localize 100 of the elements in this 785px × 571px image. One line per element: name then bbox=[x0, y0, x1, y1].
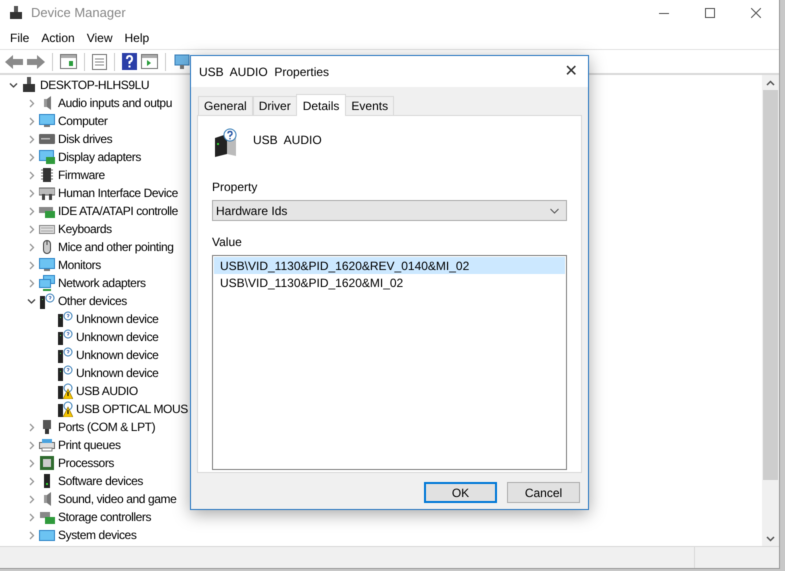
back-arrow-icon[interactable] bbox=[5, 54, 23, 68]
tree-item[interactable]: Sound, video and game bbox=[58, 490, 176, 508]
scrollbar-thumb[interactable] bbox=[763, 90, 778, 480]
dropdown-caret-icon bbox=[550, 208, 559, 214]
property-dropdown[interactable]: Hardware Ids bbox=[212, 200, 567, 221]
menu-item[interactable]: Help bbox=[120, 28, 154, 46]
cancel-button[interactable]: Cancel bbox=[507, 482, 580, 503]
tree-item[interactable]: Software devices bbox=[58, 472, 143, 490]
tree-item[interactable]: Print queues bbox=[58, 436, 121, 454]
tab[interactable]: Driver bbox=[252, 96, 297, 115]
window-title: Device Manager bbox=[31, 4, 126, 22]
expand-chevron-icon[interactable] bbox=[26, 278, 36, 288]
chip-icon bbox=[39, 167, 55, 183]
expand-chevron-icon[interactable] bbox=[26, 188, 36, 198]
close-icon bbox=[751, 8, 761, 18]
tree-item[interactable]: Disk drives bbox=[58, 130, 112, 148]
processor-icon bbox=[39, 455, 55, 471]
tree-item[interactable]: Computer bbox=[58, 112, 108, 130]
tree-item[interactable]: IDE ATA/ATAPI controlle bbox=[58, 202, 178, 220]
tree-item[interactable]: Human Interface Device bbox=[58, 184, 178, 202]
expand-chevron-icon[interactable] bbox=[26, 260, 36, 270]
warning-device-icon bbox=[57, 401, 73, 417]
hid-icon bbox=[39, 185, 55, 201]
properties-icon[interactable] bbox=[92, 54, 107, 70]
expand-chevron-icon[interactable] bbox=[26, 512, 36, 522]
printer-icon bbox=[39, 437, 55, 453]
menu-item[interactable]: File bbox=[5, 28, 34, 46]
tree-item[interactable]: Ports (COM & LPT) bbox=[58, 418, 156, 436]
menu-item[interactable]: View bbox=[82, 28, 118, 46]
tree-item[interactable]: Display adapters bbox=[58, 148, 141, 166]
scroll-up-icon[interactable] bbox=[766, 80, 775, 86]
tree-item[interactable]: Unknown device bbox=[76, 310, 158, 328]
property-label: Property bbox=[212, 179, 258, 196]
unknown-device-icon bbox=[212, 128, 238, 158]
tree-item[interactable]: Other devices bbox=[58, 292, 127, 310]
tab[interactable]: Details bbox=[296, 94, 346, 116]
display-adapter-icon bbox=[39, 149, 55, 165]
expand-chevron-icon[interactable] bbox=[26, 494, 36, 504]
expand-chevron-icon[interactable] bbox=[26, 530, 36, 540]
tree-item[interactable]: Unknown device bbox=[76, 364, 158, 382]
tree-item[interactable]: Firmware bbox=[58, 166, 105, 184]
collapse-chevron-icon[interactable] bbox=[8, 80, 18, 90]
monitor-icon bbox=[39, 113, 55, 129]
value-label: Value bbox=[212, 234, 243, 251]
expand-chevron-icon[interactable] bbox=[26, 422, 36, 432]
monitor-icon bbox=[39, 257, 55, 273]
tree-item[interactable]: System devices bbox=[58, 526, 136, 544]
tab[interactable]: Events bbox=[345, 96, 394, 115]
tree-item[interactable]: Unknown device bbox=[76, 346, 158, 364]
forward-arrow-icon[interactable] bbox=[27, 54, 45, 68]
expand-chevron-icon[interactable] bbox=[26, 476, 36, 486]
expand-chevron-icon[interactable] bbox=[26, 170, 36, 180]
value-row[interactable]: USB\VID_1130&PID_1620&REV_0140&MI_02 bbox=[214, 257, 565, 274]
tree-item[interactable]: Unknown device bbox=[76, 328, 158, 346]
unknown-device-icon bbox=[39, 293, 55, 309]
disk-drive-icon bbox=[39, 131, 55, 147]
tree-item[interactable]: USB AUDIO bbox=[76, 382, 138, 400]
tree-item[interactable]: Mice and other pointing bbox=[58, 238, 174, 256]
run-view-icon[interactable] bbox=[141, 54, 158, 69]
unknown-device-icon bbox=[57, 365, 73, 381]
value-row[interactable]: USB\VID_1130&PID_1620&MI_02 bbox=[214, 274, 565, 291]
tree-item[interactable]: Monitors bbox=[58, 256, 101, 274]
expand-chevron-icon[interactable] bbox=[26, 224, 36, 234]
maximize-icon bbox=[705, 8, 715, 18]
scrollbar[interactable] bbox=[762, 75, 779, 546]
warning-device-icon bbox=[57, 383, 73, 399]
dialog-title: USB AUDIO Properties bbox=[199, 64, 330, 80]
expand-chevron-icon[interactable] bbox=[26, 242, 36, 252]
scan-monitor-icon[interactable] bbox=[173, 54, 191, 70]
expand-chevron-icon[interactable] bbox=[26, 152, 36, 162]
unknown-device-icon bbox=[57, 347, 73, 363]
tree-item[interactable]: Keyboards bbox=[58, 220, 112, 238]
tree-item[interactable]: Storage controllers bbox=[58, 508, 152, 526]
tab[interactable]: General bbox=[198, 96, 253, 115]
close-button[interactable]: ✕ bbox=[554, 56, 588, 86]
ok-button[interactable]: OK bbox=[424, 482, 497, 503]
storage-controller-icon bbox=[39, 509, 55, 525]
tree-item[interactable]: Audio inputs and outpu bbox=[58, 94, 172, 112]
collapse-chevron-icon[interactable] bbox=[26, 296, 36, 306]
unknown-device-icon bbox=[57, 311, 73, 327]
menu-item[interactable]: Action bbox=[36, 28, 80, 46]
system-device-icon bbox=[39, 527, 55, 543]
expand-chevron-icon[interactable] bbox=[26, 206, 36, 216]
unknown-device-icon bbox=[57, 329, 73, 345]
expand-chevron-icon[interactable] bbox=[26, 440, 36, 450]
tree-item[interactable]: Network adapters bbox=[58, 274, 146, 292]
device-name: USB AUDIO bbox=[253, 132, 322, 149]
computer-icon bbox=[21, 77, 37, 93]
tree-item[interactable]: DESKTOP-HLHS9LU bbox=[40, 76, 150, 94]
scroll-down-icon[interactable] bbox=[766, 536, 775, 542]
device-manager-icon bbox=[9, 6, 23, 20]
expand-chevron-icon[interactable] bbox=[26, 116, 36, 126]
tree-item[interactable]: Processors bbox=[58, 454, 114, 472]
tree-view-icon[interactable] bbox=[60, 54, 77, 69]
tree-item[interactable]: USB OPTICAL MOUS bbox=[76, 400, 188, 418]
expand-chevron-icon[interactable] bbox=[26, 458, 36, 468]
expand-chevron-icon[interactable] bbox=[26, 134, 36, 144]
help-icon[interactable] bbox=[122, 53, 137, 70]
expand-chevron-icon[interactable] bbox=[26, 98, 36, 108]
network-icon bbox=[39, 275, 55, 291]
